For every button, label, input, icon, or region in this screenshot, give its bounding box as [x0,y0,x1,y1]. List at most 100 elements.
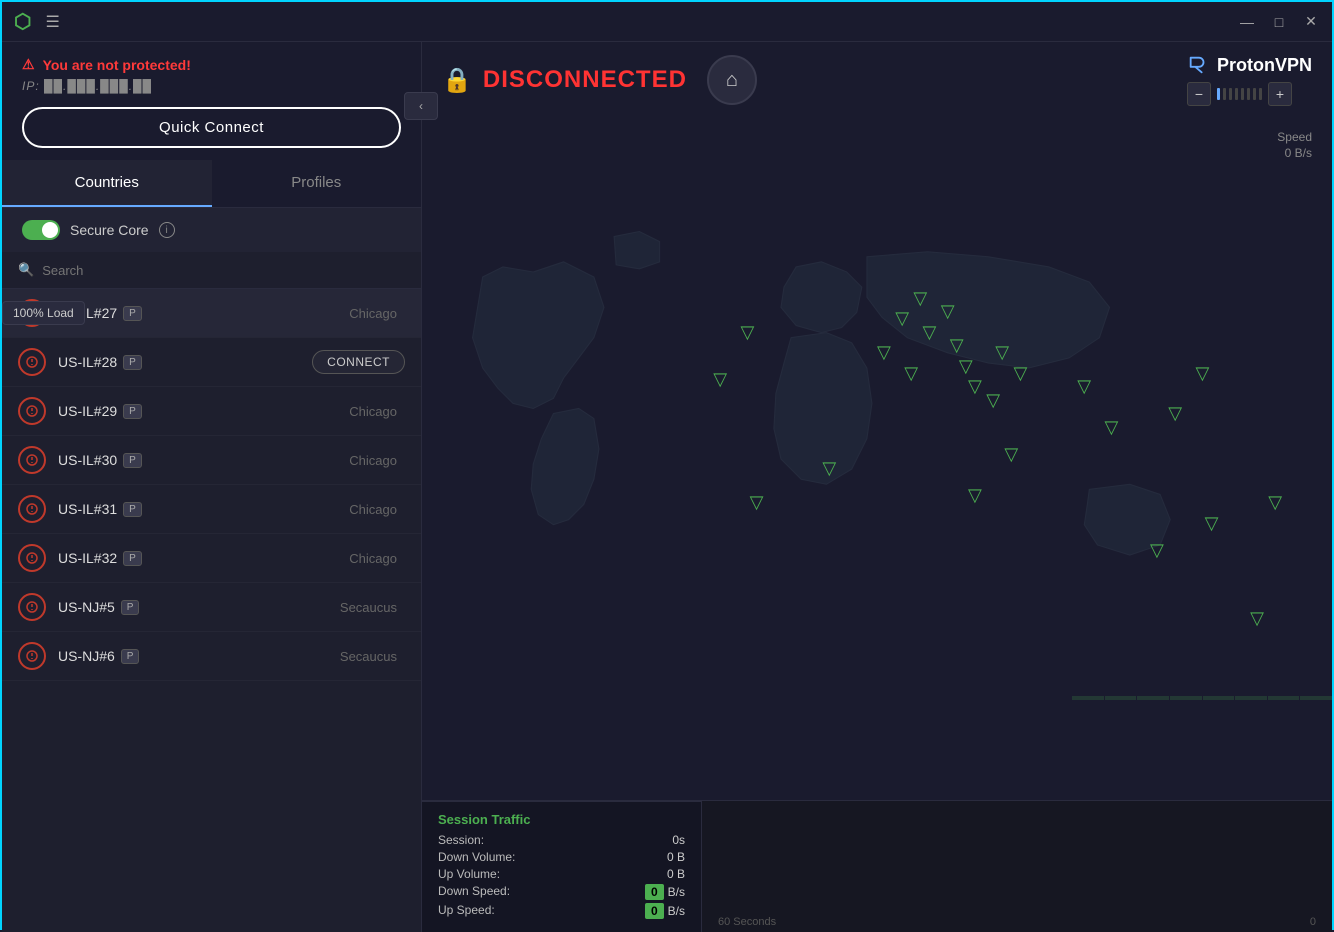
server-item-us-nj-6[interactable]: US-NJ#6 P Secaucus [2,632,421,681]
zoom-minus-button[interactable]: − [1187,82,1211,106]
server-status-icon [18,593,46,621]
speed-bar [1300,696,1332,700]
server-name-label: US-IL#29 P [58,403,349,419]
vpn-marker [741,323,755,343]
plus-badge: P [123,502,142,517]
collapse-sidebar-button[interactable]: ‹ [404,92,438,120]
tab-bar: Countries Profiles [2,160,421,208]
server-item-us-il-29[interactable]: US-IL#29 P Chicago [2,387,421,436]
vpn-marker [1105,418,1119,438]
vpn-marker [986,391,1000,411]
vpn-marker [1205,514,1219,534]
up-speed-value: 0 B/s [645,903,685,919]
status-section: ⚠ You are not protected! IP: ██.███.███.… [2,42,421,160]
ip-address: IP: ██.███.███.██ [22,79,401,93]
vpn-marker [959,357,973,377]
vpn-marker [1268,493,1282,513]
secure-core-info-icon[interactable]: i [159,222,175,238]
speed-bar [1203,696,1235,700]
time-label: 60 Seconds [718,916,776,928]
server-item-us-il-28[interactable]: US-IL#28 P CONNECT [2,338,421,387]
titlebar-right: — □ ✕ [1238,13,1320,31]
speed-bar [1170,696,1202,700]
server-location-label: Secaucus [340,600,397,615]
server-status-icon [18,544,46,572]
server-location-label: Chicago [349,453,397,468]
tab-profiles[interactable]: Profiles [212,160,422,207]
warning-text: You are not protected! [43,57,191,73]
connect-button[interactable]: CONNECT [312,350,405,374]
server-item-us-il-30[interactable]: US-IL#30 P Chicago [2,436,421,485]
zoom-tick-4 [1235,88,1238,100]
status-text: DISCONNECTED [483,66,687,94]
speed-bar [1268,696,1300,700]
server-name-label: US-IL#30 P [58,452,349,468]
down-vol-row: Down Volume: 0 B [438,850,685,864]
down-vol-label: Down Volume: [438,850,515,864]
vpn-marker [950,336,964,356]
zoom-tick-8 [1259,88,1262,100]
server-item-us-il-31[interactable]: US-IL#31 P Chicago [2,485,421,534]
server-item-us-il-32[interactable]: US-IL#32 P Chicago [2,534,421,583]
server-status-icon [18,348,46,376]
connection-status: 🔒 DISCONNECTED [442,66,687,95]
vpn-marker [904,364,918,384]
secure-core-toggle[interactable] [22,220,60,240]
home-button[interactable]: ⌂ [707,55,757,105]
down-speed-value: 0 B/s [645,884,685,900]
zoom-tick-3 [1229,88,1232,100]
plus-badge: P [123,355,142,370]
vpn-marker [1196,364,1210,384]
vpn-marker [995,343,1009,363]
up-speed-label: Up Speed: [438,903,495,919]
up-vol-label: Up Volume: [438,867,500,881]
quick-connect-button[interactable]: Quick Connect [22,107,401,148]
session-traffic-panel: Session Traffic Session: 0s Down Volume:… [422,801,702,932]
up-vol-row: Up Volume: 0 B [438,867,685,881]
vpn-marker [1004,445,1018,465]
server-location-label: Chicago [349,551,397,566]
vpn-marker [913,289,927,309]
down-speed-label: Down Speed: [438,884,510,900]
server-location-label: Chicago [349,306,397,321]
time-value: 0 [1310,916,1316,928]
plus-badge: P [123,551,142,566]
vpn-marker [713,370,727,390]
minimize-button[interactable]: — [1238,13,1256,31]
secure-core-label: Secure Core [70,222,149,238]
tab-countries[interactable]: Countries [2,160,212,207]
server-status-icon [18,397,46,425]
close-button[interactable]: ✕ [1302,13,1320,31]
search-input[interactable] [42,263,405,278]
server-location-label: Secaucus [340,649,397,664]
vpn-marker [1014,364,1028,384]
titlebar: ⬡ ☰ — □ ✕ [2,2,1332,42]
zoom-tick-1 [1217,88,1220,100]
zoom-tick-2 [1223,88,1226,100]
up-vol-value: 0 B [667,867,685,881]
down-vol-value: 0 B [667,850,685,864]
speed-bar [1137,696,1169,700]
world-map-area: Speed 0 B/s [422,118,1332,800]
server-location-label: Chicago [349,404,397,419]
speed-label: Speed [1277,130,1312,144]
server-name-label: US-IL#28 P [58,354,312,370]
vpn-marker [941,302,955,322]
server-status-icon [18,495,46,523]
up-speed-row: Up Speed: 0 B/s [438,903,685,919]
zoom-plus-button[interactable]: + [1268,82,1292,106]
session-row: Session: 0s [438,833,685,847]
toggle-knob [42,222,58,238]
server-item-us-nj-5[interactable]: US-NJ#5 P Secaucus [2,583,421,632]
menu-icon[interactable]: ☰ [45,12,59,32]
zoom-tick-5 [1241,88,1244,100]
server-item-us-il-27[interactable]: 100% Load US-IL#27 P Chicago [2,289,421,338]
titlebar-left: ⬡ ☰ [14,9,60,34]
map-topbar: 🔒 DISCONNECTED ⌂ ProtonVPN − [422,42,1332,118]
down-speed-row: Down Speed: 0 B/s [438,884,685,900]
brand-section: ProtonVPN − + [1187,54,1312,106]
maximize-button[interactable]: □ [1270,13,1288,31]
vpn-marker [877,343,891,363]
session-label: Session: [438,833,484,847]
speed-bar [1235,696,1267,700]
